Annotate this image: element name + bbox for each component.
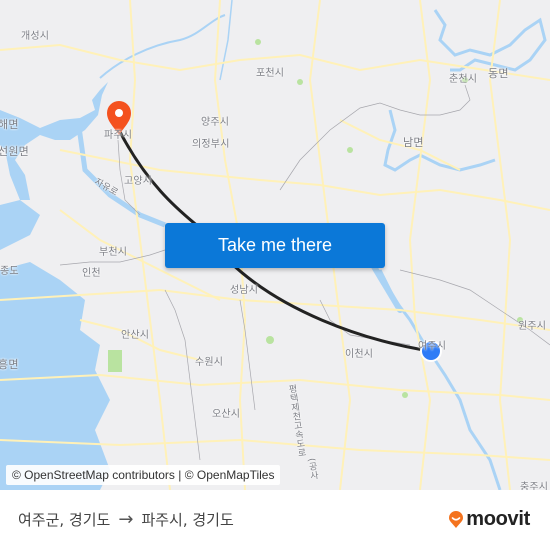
place-label-hongmyeon: 흥면 — [0, 358, 19, 371]
place-label-seonwon-myeon: 선원면 — [0, 145, 29, 158]
admin-boundaries — [59, 84, 550, 461]
sea-water — [0, 200, 110, 490]
place-label-icheon: 이천시 — [345, 349, 374, 360]
place-label-seongnam: 성남시 — [230, 285, 259, 296]
place-label-haemyeon: 해면 — [0, 118, 19, 131]
moovit-wordmark: moovit — [466, 508, 530, 530]
take-me-there-button[interactable]: Take me there — [165, 223, 385, 268]
place-label-chuncheon: 춘천시 — [449, 74, 478, 85]
origin-label: 여주군, 경기도 — [18, 511, 111, 529]
moovit-pin-icon — [449, 510, 464, 528]
park — [266, 336, 274, 344]
park — [297, 79, 303, 85]
moovit-logo[interactable]: moovit — [448, 508, 530, 531]
place-label-incheon: 인천 — [82, 268, 101, 279]
place-label-kaesong: 개성시 — [21, 31, 50, 42]
place-label-uijeongbu: 의정부시 — [192, 139, 230, 150]
place-label-dong-myeon: 동면 — [488, 67, 509, 80]
place-label-paju: 파주시 — [104, 130, 133, 141]
place-label-suwon: 수원시 — [195, 357, 224, 368]
route-footer: 여주군, 경기도 → 파주시, 경기도 moovit — [0, 490, 550, 550]
place-label-yangju: 양주시 — [201, 117, 230, 128]
bukhan-river — [219, 0, 233, 81]
moovit-route-card: 개성시 포천시 춘천시 동면 해면 파주시 양주시 의정부시 선원면 남면 고양… — [0, 0, 550, 550]
park — [347, 147, 353, 153]
attribution-text[interactable]: © OpenStreetMap contributors | © OpenMap… — [12, 468, 274, 482]
arrow-right-icon: → — [118, 509, 134, 530]
place-label-wonju: 원주시 — [518, 321, 547, 332]
place-label-chungju: 충주시 — [520, 482, 549, 490]
map-attribution[interactable]: © OpenStreetMap contributors | © OpenMap… — [6, 465, 281, 485]
han-estuary — [0, 82, 108, 200]
destination-label: 파주시, 경기도 — [141, 511, 234, 529]
route-title: 여주군, 경기도 → 파주시, 경기도 — [18, 509, 234, 530]
place-label-jung-do: 종도 — [0, 266, 19, 277]
place-label-nam-myeon: 남면 — [403, 136, 424, 149]
map[interactable]: 개성시 포천시 춘천시 동면 해면 파주시 양주시 의정부시 선원면 남면 고양… — [0, 0, 550, 490]
place-label-goyang: 고양시 — [124, 176, 153, 187]
park — [402, 392, 408, 398]
imjin-river — [99, 14, 226, 79]
park — [108, 350, 122, 372]
place-label-bucheon: 부천시 — [99, 247, 128, 258]
park — [255, 39, 261, 45]
place-label-pocheon: 포천시 — [256, 68, 285, 79]
place-label-ansan: 안산시 — [121, 330, 150, 341]
soyang-lake — [433, 9, 547, 72]
place-label-yeoju: 여주시 — [418, 341, 447, 352]
place-label-osan: 오산시 — [212, 409, 241, 420]
